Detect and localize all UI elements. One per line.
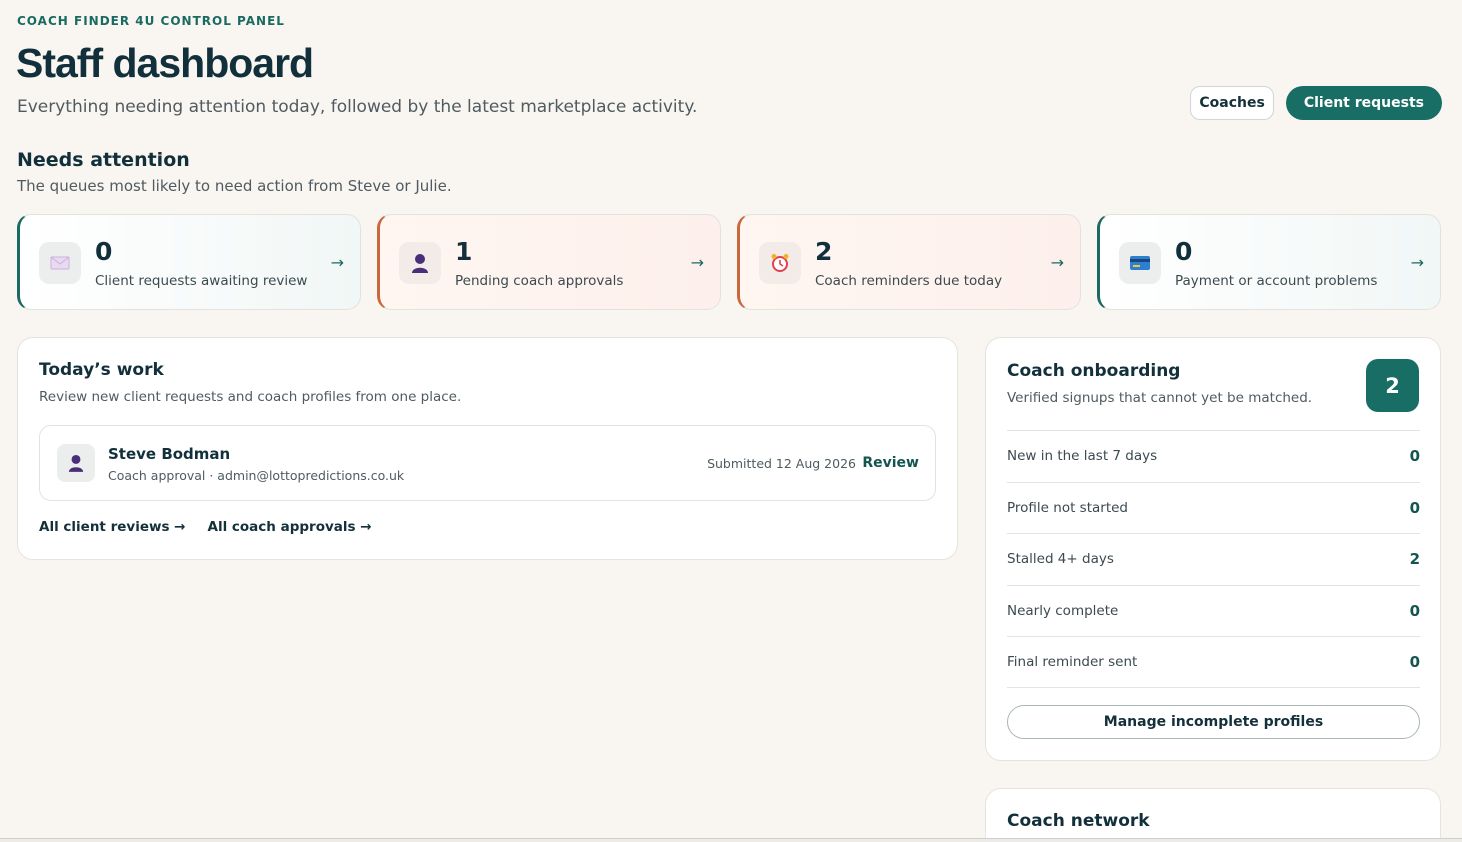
all-client-reviews-link[interactable]: All client reviews → xyxy=(39,519,186,535)
page-title: Staff dashboard xyxy=(16,40,314,86)
arrow-right-icon: → xyxy=(330,253,344,272)
tile-payment-problems[interactable]: 0 Payment or account problems → xyxy=(1097,214,1441,310)
coach-onboarding-card: Coach onboarding Verified signups that c… xyxy=(985,337,1441,761)
todays-work-card: Today’s work Review new client requests … xyxy=(17,337,958,560)
person-name: Steve Bodman xyxy=(108,445,231,463)
coach-network-card: Coach network xyxy=(985,788,1441,842)
arrow-right-icon: → xyxy=(1410,253,1424,272)
stat-value: 0 xyxy=(1409,652,1420,671)
coach-onboarding-subtitle: Verified signups that cannot yet be matc… xyxy=(1007,390,1313,406)
stat-value: 0 xyxy=(1409,601,1420,620)
stat-value: 2 xyxy=(1409,550,1420,569)
stat-label: Stalled 4+ days xyxy=(1007,551,1114,568)
onboarding-stats: New in the last 7 days 0 Profile not sta… xyxy=(1007,430,1420,688)
stat-label: Nearly complete xyxy=(1007,602,1119,619)
tile-label: Coach reminders due today xyxy=(815,273,1003,289)
coach-onboarding-title: Coach onboarding xyxy=(1007,361,1181,381)
envelope-icon xyxy=(39,242,81,284)
needs-attention-title: Needs attention xyxy=(17,149,190,171)
person-icon xyxy=(399,242,441,284)
needs-attention-subtitle: The queues most likely to need action fr… xyxy=(17,177,452,195)
tile-label: Payment or account problems xyxy=(1175,273,1378,289)
attention-tiles: 0 Client requests awaiting review → 1 Pe… xyxy=(17,214,1441,310)
stat-value: 0 xyxy=(1409,447,1420,466)
tile-client-requests[interactable]: 0 Client requests awaiting review → xyxy=(17,214,361,310)
manage-incomplete-profiles-button[interactable]: Manage incomplete profiles xyxy=(1007,705,1420,739)
onboarding-count-badge: 2 xyxy=(1366,359,1419,412)
tile-count: 1 xyxy=(455,237,473,266)
stat-row: New in the last 7 days 0 xyxy=(1007,430,1420,482)
stat-label: New in the last 7 days xyxy=(1007,448,1158,465)
todays-work-subtitle: Review new client requests and coach pro… xyxy=(39,389,462,405)
tile-coach-reminders[interactable]: 2 Coach reminders due today → xyxy=(737,214,1081,310)
stat-label: Final reminder sent xyxy=(1007,653,1138,670)
person-icon xyxy=(57,444,95,482)
tile-label: Pending coach approvals xyxy=(455,273,624,289)
review-link[interactable]: Review xyxy=(862,455,919,471)
arrow-right-icon: → xyxy=(1050,253,1064,272)
app-eyebrow: COACH FINDER 4U CONTROL PANEL xyxy=(17,14,285,28)
person-meta: Coach approval · admin@lottopredictions.… xyxy=(108,468,405,483)
arrow-right-icon: → xyxy=(690,253,704,272)
tile-count: 0 xyxy=(1175,237,1193,266)
window-bottom-edge xyxy=(0,838,1462,842)
list-item[interactable]: Steve Bodman Coach approval · admin@lott… xyxy=(39,425,936,501)
credit-card-icon xyxy=(1119,242,1161,284)
submitted-date: Submitted 12 Aug 2026 xyxy=(707,456,856,471)
stat-row: Final reminder sent 0 xyxy=(1007,636,1420,688)
coaches-button[interactable]: Coaches xyxy=(1190,86,1274,120)
stat-row: Stalled 4+ days 2 xyxy=(1007,533,1420,585)
stat-row: Profile not started 0 xyxy=(1007,481,1420,534)
stat-label: Profile not started xyxy=(1007,499,1128,516)
coach-network-title: Coach network xyxy=(1007,811,1150,831)
work-links: All client reviews → All coach approvals… xyxy=(39,519,372,535)
tile-count: 2 xyxy=(815,237,833,266)
tile-label: Client requests awaiting review xyxy=(95,273,308,289)
tile-count: 0 xyxy=(95,237,113,266)
all-coach-approvals-link[interactable]: All coach approvals → xyxy=(208,519,372,535)
page-subtitle: Everything needing attention today, foll… xyxy=(17,97,698,117)
alarm-clock-icon xyxy=(759,242,801,284)
client-requests-button[interactable]: Client requests xyxy=(1285,86,1442,120)
tile-pending-coach-approvals[interactable]: 1 Pending coach approvals → xyxy=(377,214,721,310)
stat-value: 0 xyxy=(1409,498,1420,517)
stat-row: Nearly complete 0 xyxy=(1007,584,1420,637)
header-actions: Coaches Client requests xyxy=(1190,86,1442,120)
staff-dashboard-page: COACH FINDER 4U CONTROL PANEL Staff dash… xyxy=(0,0,1462,842)
todays-work-title: Today’s work xyxy=(39,360,164,380)
